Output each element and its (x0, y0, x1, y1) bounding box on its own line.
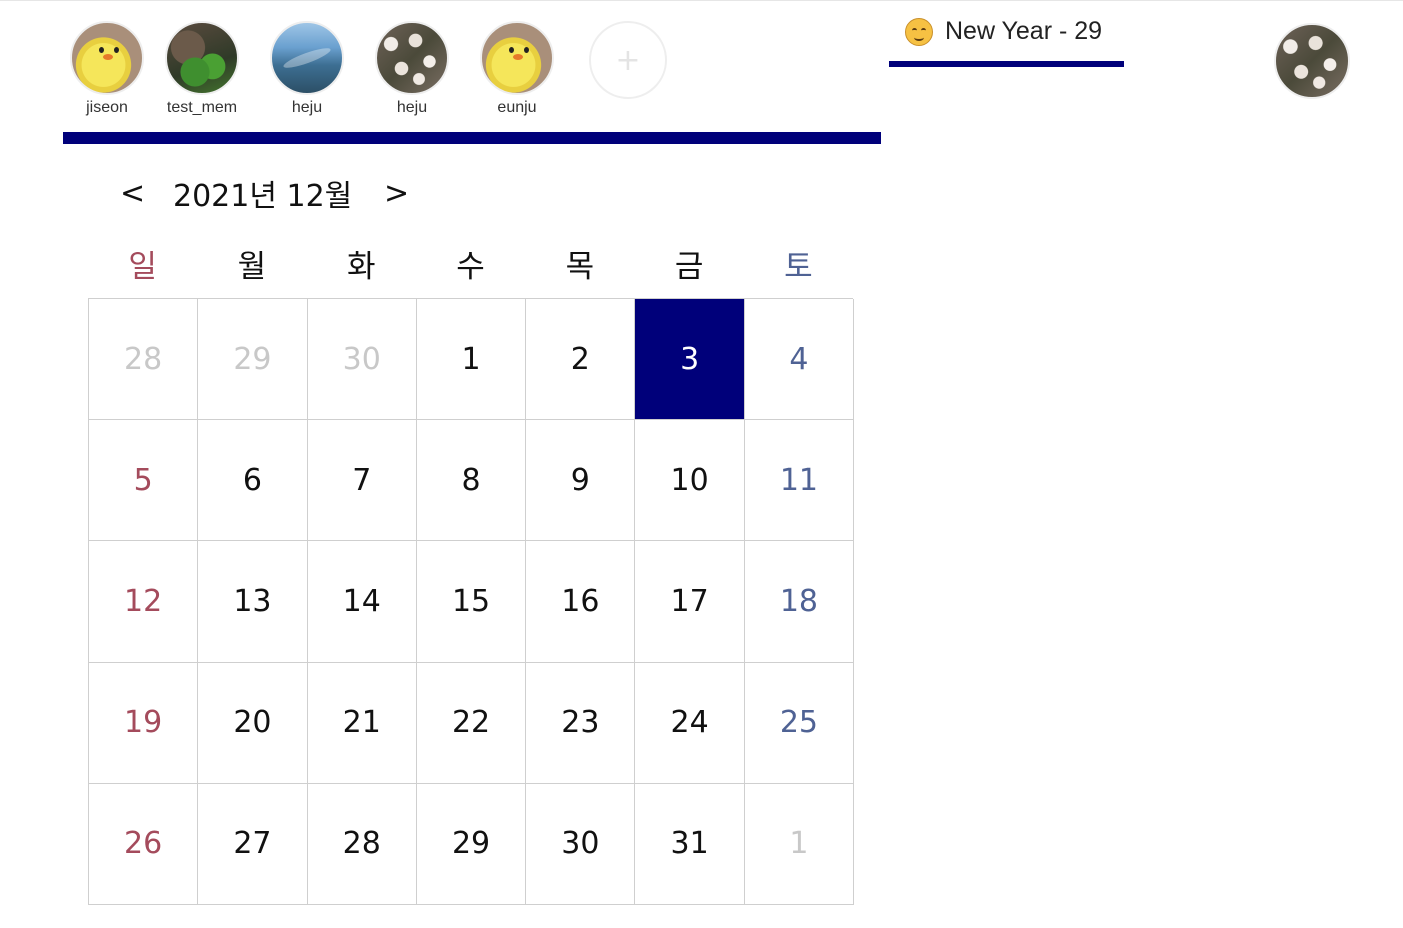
next-month-button[interactable]: > (384, 176, 409, 211)
calendar-day[interactable]: 29 (416, 783, 527, 905)
hugging-face-icon (905, 17, 933, 46)
avatar[interactable] (375, 21, 449, 95)
calendar-day[interactable]: 30 (526, 783, 636, 905)
calendar-grid: 28 29 30 1 2 3 4 5 6 7 8 9 10 11 12 13 1… (88, 298, 855, 905)
calendar-day[interactable]: 9 (526, 420, 636, 542)
weekday-sun: 일 (128, 249, 157, 285)
calendar-day[interactable]: 26 (89, 783, 199, 905)
member-name: jiseon (86, 99, 128, 116)
calendar-day[interactable]: 25 (744, 662, 855, 784)
calendar-day[interactable]: 20 (198, 662, 308, 784)
member-strip-underline (63, 132, 881, 144)
weekday-tue: 화 (346, 249, 376, 285)
calendar-day[interactable]: 28 (307, 783, 417, 905)
prev-month-button[interactable]: < (120, 176, 158, 211)
member-name: test_mem (166, 99, 238, 116)
month-label: 2021년 12월 (173, 179, 353, 214)
member-name: heju (291, 99, 323, 116)
calendar-day[interactable]: 27 (198, 783, 308, 905)
group-title: New Year - 29 (905, 17, 1102, 46)
member-heju-2[interactable]: heju (362, 21, 462, 117)
group-tab-underline (889, 61, 1124, 67)
weekday-thu: 목 (565, 249, 595, 285)
calendar-day[interactable]: 22 (416, 662, 527, 784)
avatar[interactable] (270, 21, 344, 95)
calendar-day[interactable]: 30 (307, 299, 417, 421)
calendar-day[interactable]: 11 (744, 420, 855, 542)
calendar-day[interactable]: 21 (307, 662, 417, 784)
calendar-header: < 2021년 12월 > (120, 171, 409, 215)
calendar-day[interactable]: 24 (635, 662, 745, 784)
calendar-day[interactable]: 14 (307, 541, 417, 663)
calendar-day[interactable]: 29 (198, 299, 308, 421)
calendar-day[interactable]: 5 (89, 420, 199, 542)
calendar-day[interactable]: 28 (89, 299, 199, 421)
calendar-day[interactable]: 4 (744, 299, 855, 421)
avatar[interactable] (70, 21, 144, 95)
calendar-day[interactable]: 18 (744, 541, 855, 663)
calendar-day[interactable]: 2 (526, 299, 636, 421)
member-eunju[interactable]: eunju (467, 21, 567, 117)
calendar-day[interactable]: 6 (198, 420, 308, 542)
calendar-day[interactable]: 17 (635, 541, 745, 663)
calendar-day[interactable]: 31 (635, 783, 745, 905)
member-test-mem[interactable]: test_mem (152, 21, 252, 117)
calendar-day[interactable]: 12 (89, 541, 199, 663)
weekday-mon: 월 (237, 249, 267, 285)
calendar-day[interactable]: 13 (198, 541, 308, 663)
profile-avatar[interactable] (1274, 23, 1350, 99)
calendar-day[interactable]: 10 (635, 420, 745, 542)
weekday-fri: 금 (674, 249, 704, 285)
calendar-day-selected[interactable]: 3 (635, 299, 745, 421)
member-name: heju (396, 99, 428, 116)
plus-icon[interactable]: + (589, 21, 667, 99)
weekday-header: 일 월 화 수 목 금 토 (88, 241, 854, 286)
member-jiseon[interactable]: jiseon (57, 21, 157, 117)
weekday-wed: 수 (456, 249, 485, 285)
calendar-day[interactable]: 1 (744, 783, 855, 905)
calendar-day[interactable]: 7 (307, 420, 417, 542)
group-tab[interactable]: New Year - 29 (889, 15, 1124, 67)
member-list: jiseon test_mem heju heju eunju + (57, 21, 677, 121)
group-title-text: New Year - 29 (945, 17, 1103, 45)
member-name: eunju (497, 99, 537, 116)
member-heju[interactable]: heju (257, 21, 357, 117)
calendar-day[interactable]: 23 (526, 662, 636, 784)
calendar-day[interactable]: 19 (89, 662, 199, 784)
calendar-day[interactable]: 15 (416, 541, 527, 663)
calendar-day[interactable]: 1 (416, 299, 527, 421)
add-member-button[interactable]: + (578, 21, 678, 99)
calendar-day[interactable]: 8 (416, 420, 527, 542)
avatar[interactable] (165, 21, 239, 95)
avatar[interactable] (480, 21, 554, 95)
weekday-sat: 토 (784, 249, 813, 285)
calendar-day[interactable]: 16 (526, 541, 636, 663)
